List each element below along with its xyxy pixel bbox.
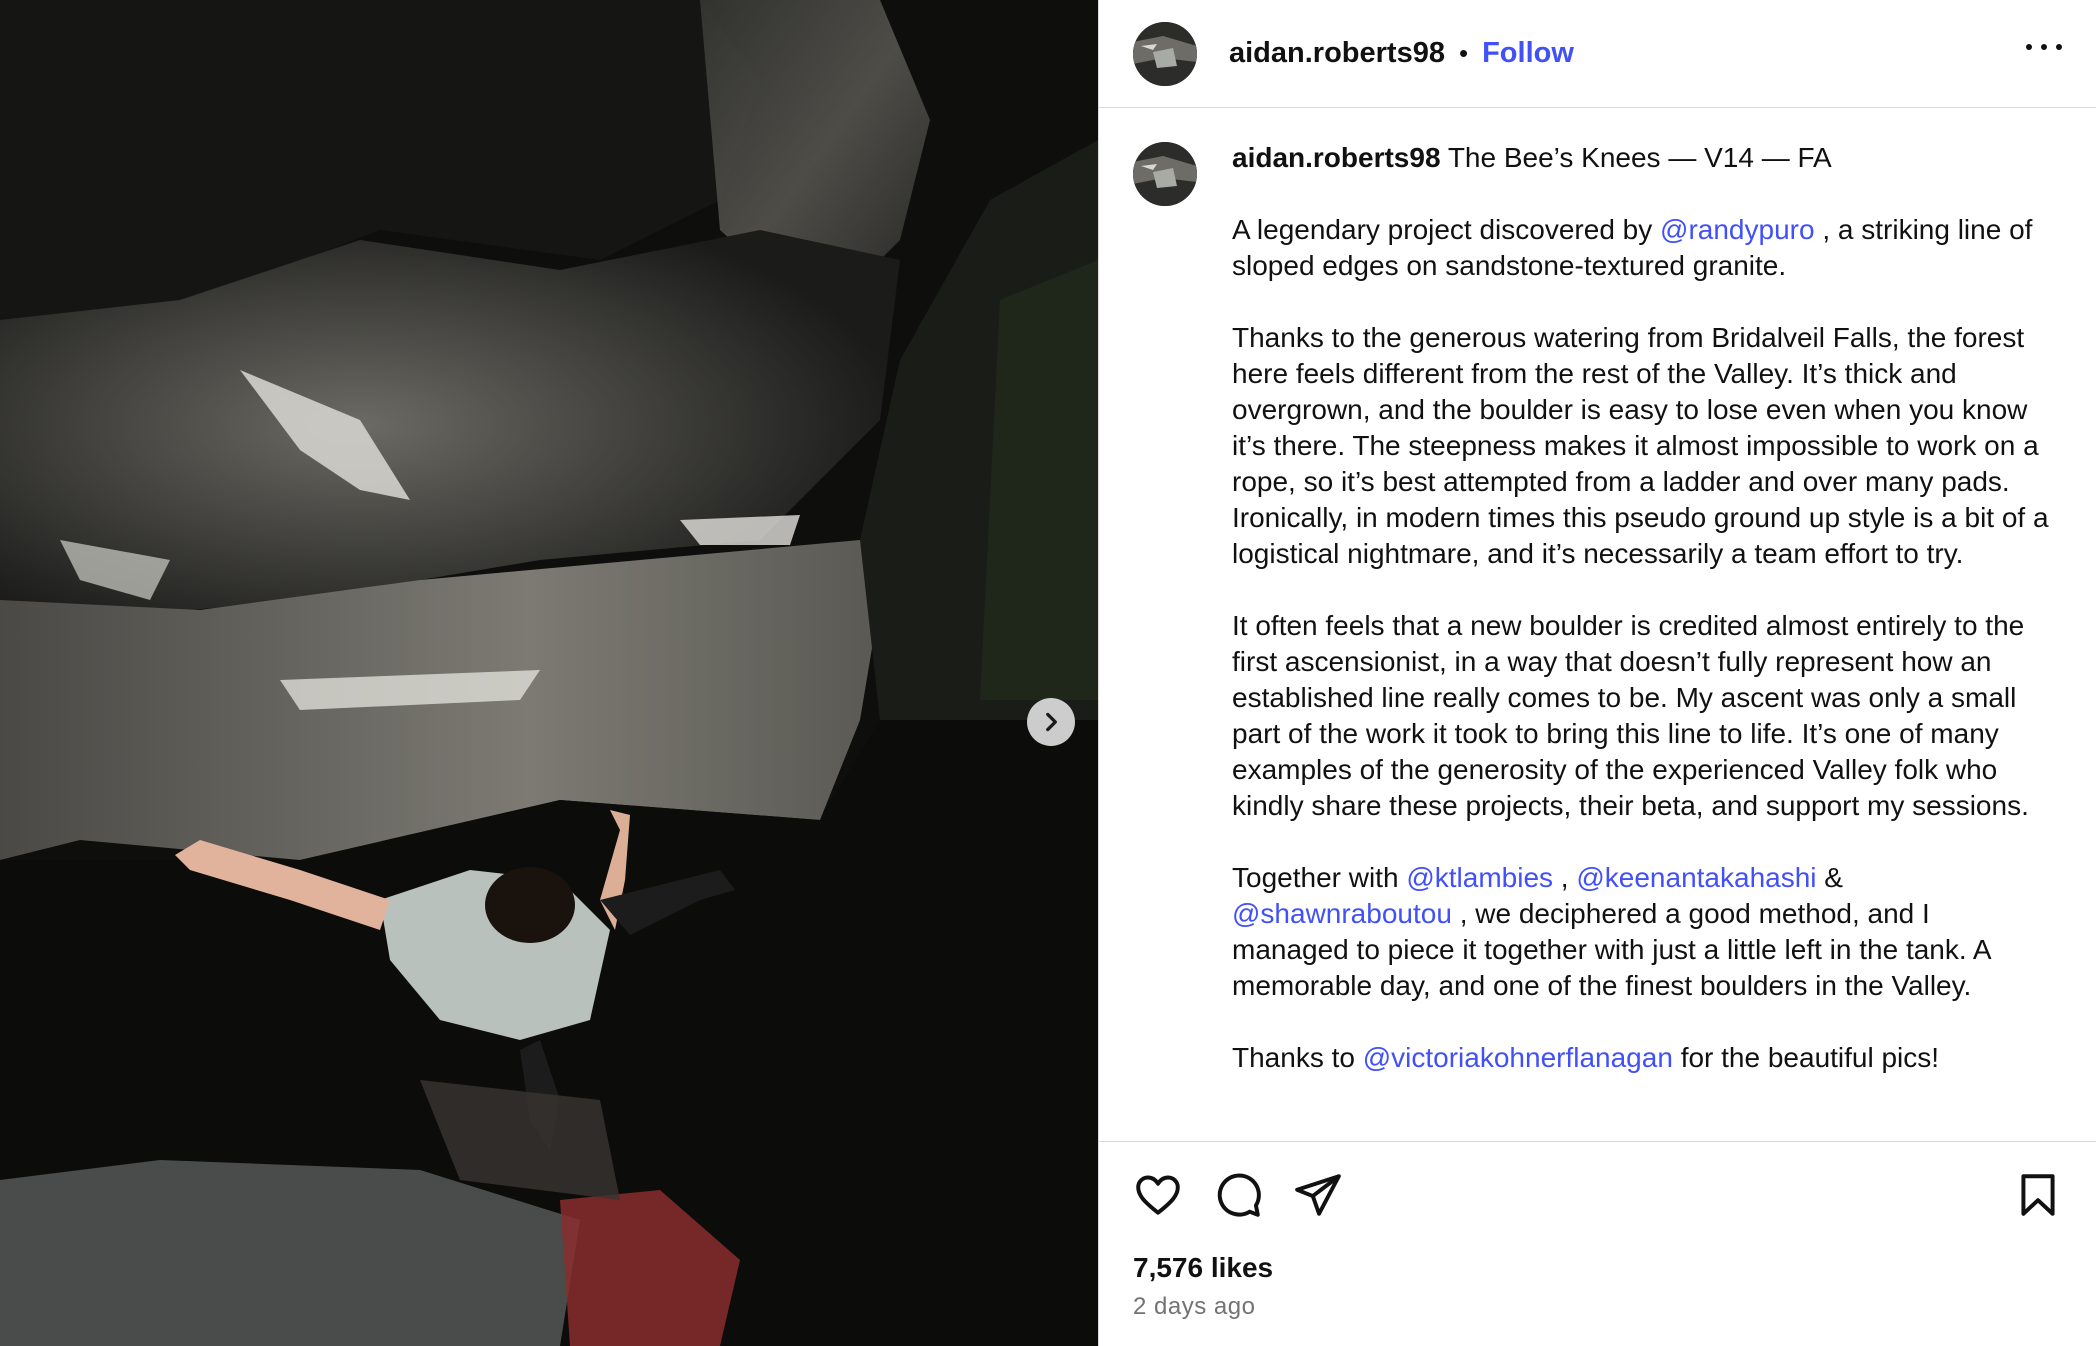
comment-icon <box>1217 1173 1261 1217</box>
caption-scroll-area[interactable]: aidan.roberts98 The Bee’s Knees — V14 — … <box>1099 108 2096 1141</box>
comment-button[interactable] <box>1213 1170 1263 1220</box>
likes-count[interactable]: 7,576 likes <box>1133 1252 1273 1284</box>
caption-text: Together with <box>1232 862 1399 893</box>
like-button[interactable] <box>1133 1170 1183 1220</box>
caption-text: for the beautiful pics! <box>1680 1042 1940 1073</box>
caption-paragraph-4: Together with @ktlambies , @keenantakaha… <box>1232 860 2052 1004</box>
author-username[interactable]: aidan.roberts98 <box>1229 37 1445 70</box>
more-horizontal-icon <box>2026 44 2032 50</box>
heart-icon <box>1136 1175 1180 1215</box>
caption-text: & <box>1824 862 1843 893</box>
action-bar <box>1133 1170 2063 1220</box>
more-dot <box>2041 44 2047 50</box>
mention-link[interactable]: @ktlambies <box>1406 862 1553 893</box>
caption-text: , <box>1560 862 1569 893</box>
caption-paragraph-2: Thanks to the generous watering from Bri… <box>1232 322 2049 569</box>
post-header: aidan.roberts98 • Follow <box>1099 0 2096 108</box>
follow-button[interactable]: Follow <box>1482 37 1574 70</box>
mention-link[interactable]: @randypuro <box>1660 214 1815 245</box>
actions-divider <box>1099 1141 2096 1142</box>
more-options-button[interactable] <box>2026 36 2062 58</box>
more-dot <box>2056 44 2062 50</box>
caption-paragraph-1: A legendary project discovered by @randy… <box>1232 212 2052 284</box>
author-avatar[interactable] <box>1133 21 1197 86</box>
caption-author-avatar[interactable] <box>1133 142 1197 206</box>
separator-dot: • <box>1458 38 1469 68</box>
send-icon <box>1295 1174 1341 1216</box>
post-timestamp[interactable]: 2 days ago <box>1133 1293 1255 1321</box>
mention-link[interactable]: @shawnraboutou <box>1232 898 1452 929</box>
chevron-right-icon <box>1046 712 1057 732</box>
caption-title: The Bee’s Knees — V14 — FA <box>1447 142 1832 173</box>
caption-title-line: aidan.roberts98 The Bee’s Knees — V14 — … <box>1232 140 2052 176</box>
mention-link[interactable]: @keenantakahashi <box>1576 862 1816 893</box>
bookmark-icon <box>2021 1174 2055 1216</box>
caption-paragraph-3: It often feels that a new boulder is cre… <box>1232 610 2029 821</box>
caption-text: A legendary project discovered by <box>1232 214 1653 245</box>
climber-on-boulder-image <box>0 0 1098 1346</box>
post-photo[interactable] <box>0 0 1098 1346</box>
post-caption: aidan.roberts98 The Bee’s Knees — V14 — … <box>1232 140 2052 1112</box>
avatar-image <box>1133 142 1197 206</box>
save-button[interactable] <box>2013 1170 2063 1220</box>
caption-paragraph-5: Thanks to @victoriakohnerflanagan for th… <box>1232 1040 2052 1076</box>
mention-link[interactable]: @victoriakohnerflanagan <box>1363 1042 1673 1073</box>
instagram-post: aidan.roberts98 • Follow aidan.roberts98… <box>0 0 2096 1346</box>
share-button[interactable] <box>1293 1170 1343 1220</box>
avatar-image <box>1133 21 1197 86</box>
post-sidebar: aidan.roberts98 • Follow aidan.roberts98… <box>1098 0 2096 1346</box>
caption-text: Thanks to <box>1232 1042 1355 1073</box>
next-photo-button[interactable] <box>1027 698 1075 746</box>
caption-username[interactable]: aidan.roberts98 <box>1232 142 1441 173</box>
